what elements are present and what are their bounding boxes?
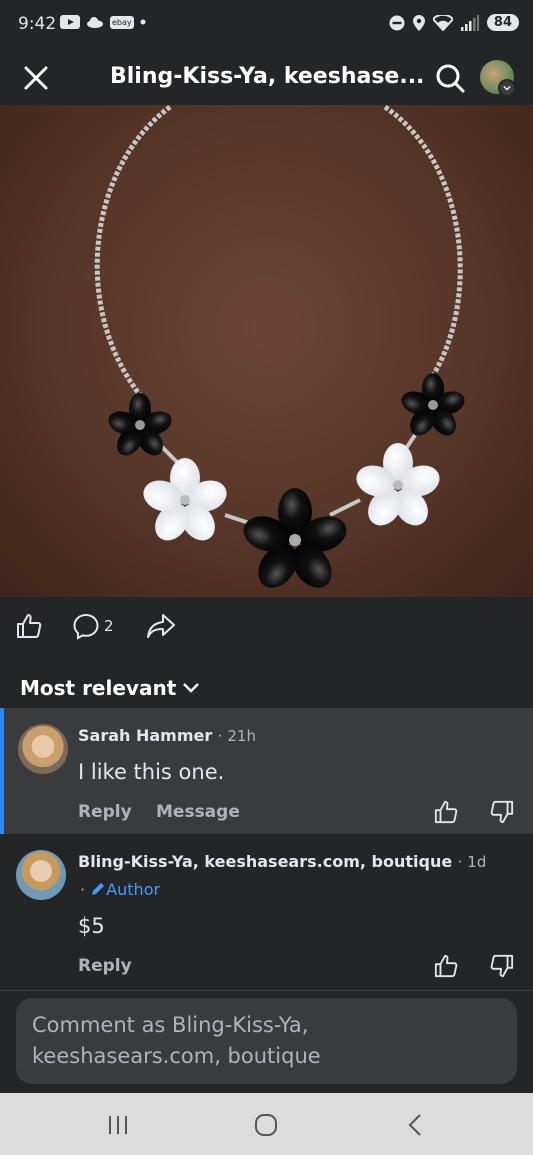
system-nav-bar [0,1093,533,1155]
wifi-icon [432,14,453,31]
comment-item: Sarah Hammer · 21h I like this one. Repl… [0,708,533,834]
home-icon[interactable] [252,1111,280,1139]
message-button[interactable]: Message [156,802,240,822]
share-button[interactable] [146,610,176,642]
signal-icon [460,14,479,31]
author-badge-label: Author [106,880,161,899]
avatar[interactable] [18,724,68,774]
author-name[interactable]: Bling-Kiss-Ya, keeshasears.com, boutique [78,852,452,871]
comment-author[interactable]: Sarah Hammer · 21h [78,726,256,745]
chevron-down-icon[interactable] [498,79,516,97]
thumbs-up-icon [17,614,42,638]
notification-icons: ebay [60,15,146,29]
comment-time: · 1d [457,853,487,871]
location-icon [412,14,425,31]
app-header: Bling-Kiss-Ya, keeshase... [0,50,533,105]
sort-dropdown[interactable]: Most relevant [20,676,200,700]
thumbs-up-icon[interactable] [434,800,458,824]
battery-indicator: 84 [486,14,519,31]
thumbs-down-icon[interactable] [490,800,514,824]
pencil-icon [92,883,105,895]
comment-count: 2 [104,617,114,635]
status-time: 9:42 [18,14,57,34]
system-icons: 84 [389,14,519,31]
do-not-disturb-icon [389,15,405,30]
like-button[interactable] [16,610,42,642]
post-actions: 2 [0,600,533,655]
comment-button[interactable]: 2 [72,610,114,642]
close-icon[interactable] [20,62,52,94]
avatar[interactable] [16,850,66,900]
chevron-down-icon [183,683,200,693]
post-photo[interactable] [0,105,533,597]
status-bar: 9:42 ebay 84 [0,0,533,50]
author-badge: · Author [80,880,160,899]
comment-author[interactable]: Bling-Kiss-Ya, keeshasears.com, boutique… [78,852,486,871]
sort-label: Most relevant [20,676,177,700]
share-icon [147,614,175,638]
author-name[interactable]: Sarah Hammer [78,726,212,745]
reply-button[interactable]: Reply [78,956,132,976]
cloud-icon [87,17,103,28]
badge-separator: · [80,880,86,899]
comment-icon [73,613,99,640]
comment-text: $5 [78,914,105,938]
comment-time: · 21h [217,727,256,745]
comment-text: I like this one. [78,760,225,784]
search-icon[interactable] [434,62,466,94]
divider [0,990,533,991]
comment-input[interactable]: Comment as Bling-Kiss-Ya, keeshasears.co… [16,998,517,1084]
recent-apps-icon[interactable] [104,1111,132,1139]
comment-item: Bling-Kiss-Ya, keeshasears.com, boutique… [0,838,533,990]
ebay-icon: ebay [110,15,134,29]
thumbs-up-icon[interactable] [434,954,458,978]
youtube-icon [60,15,80,29]
back-icon[interactable] [402,1111,430,1139]
thumbs-down-icon[interactable] [490,954,514,978]
reply-button[interactable]: Reply [78,802,132,822]
necklace-image [94,105,465,588]
page-title: Bling-Kiss-Ya, keeshase... [110,64,425,89]
dot-icon [140,19,146,25]
